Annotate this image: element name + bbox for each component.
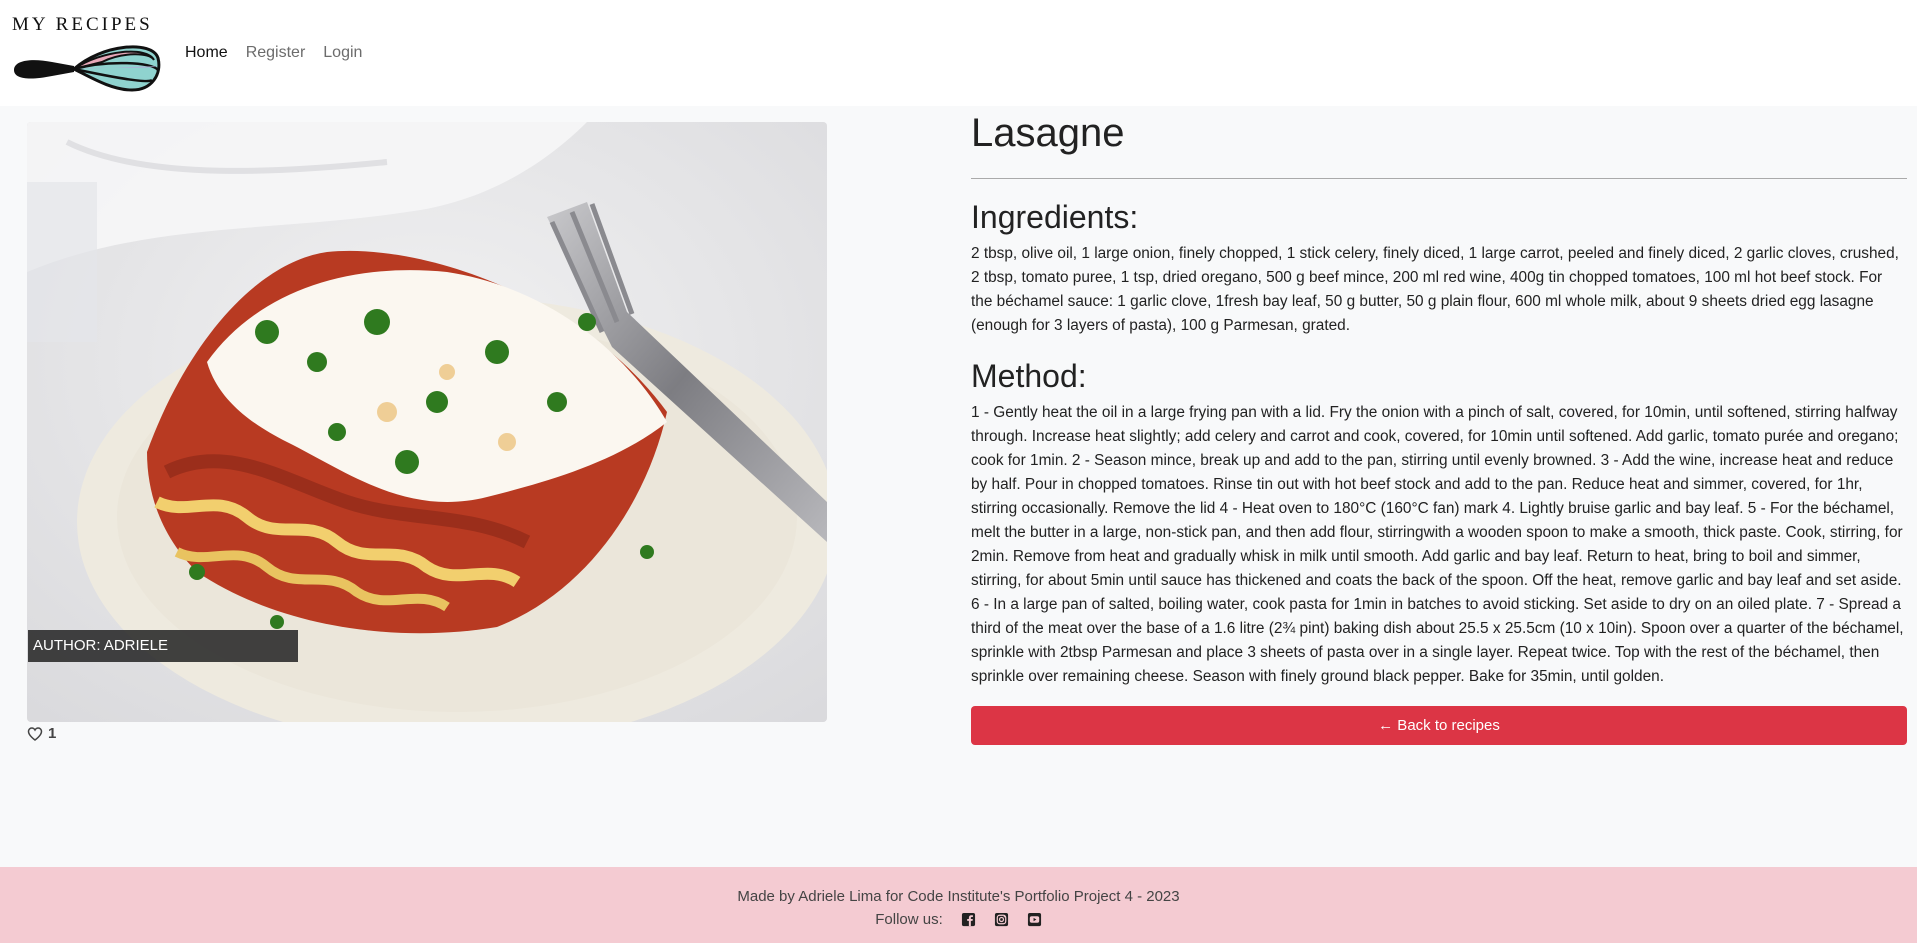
brand-name: MY RECIPES	[12, 14, 153, 35]
recipe-title: Lasagne	[971, 111, 1125, 155]
method-heading: Method:	[971, 358, 1087, 394]
brand-logo[interactable]: MY RECIPES	[12, 14, 162, 92]
nav-link-login[interactable]: Login	[323, 44, 362, 62]
nav-link-home[interactable]: Home	[185, 44, 228, 62]
ingredients-text: 2 tbsp, olive oil, 1 large onion, finely…	[971, 245, 1899, 334]
facebook-icon[interactable]	[961, 912, 976, 927]
navbar: MY RECIPES Home Register Login	[0, 0, 1917, 106]
like-counter: 1	[27, 725, 56, 742]
instagram-icon[interactable]	[994, 912, 1009, 927]
recipe-details: Lasagne Ingredients: 2 tbsp, olive oil, …	[971, 108, 1907, 745]
whisk-icon	[14, 45, 161, 92]
back-to-recipes-button[interactable]: ← Back to recipes	[971, 706, 1907, 745]
ingredients-heading: Ingredients:	[971, 199, 1139, 235]
method-text: 1 - Gently heat the oil in a large fryin…	[971, 404, 1904, 685]
author-badge: AUTHOR: ADRIELE	[28, 630, 298, 662]
follow-label: Follow us:	[875, 911, 943, 928]
nav-links: Home Register Login	[185, 44, 362, 62]
youtube-icon[interactable]	[1027, 912, 1042, 927]
footer: Made by Adriele Lima for Code Institute'…	[0, 867, 1917, 943]
follow-row: Follow us:	[0, 911, 1917, 928]
footer-credit: Made by Adriele Lima for Code Institute'…	[737, 888, 1180, 905]
nav-link-register[interactable]: Register	[246, 44, 306, 62]
title-divider	[971, 178, 1907, 179]
heart-icon[interactable]	[27, 726, 43, 742]
like-count: 1	[48, 725, 57, 742]
